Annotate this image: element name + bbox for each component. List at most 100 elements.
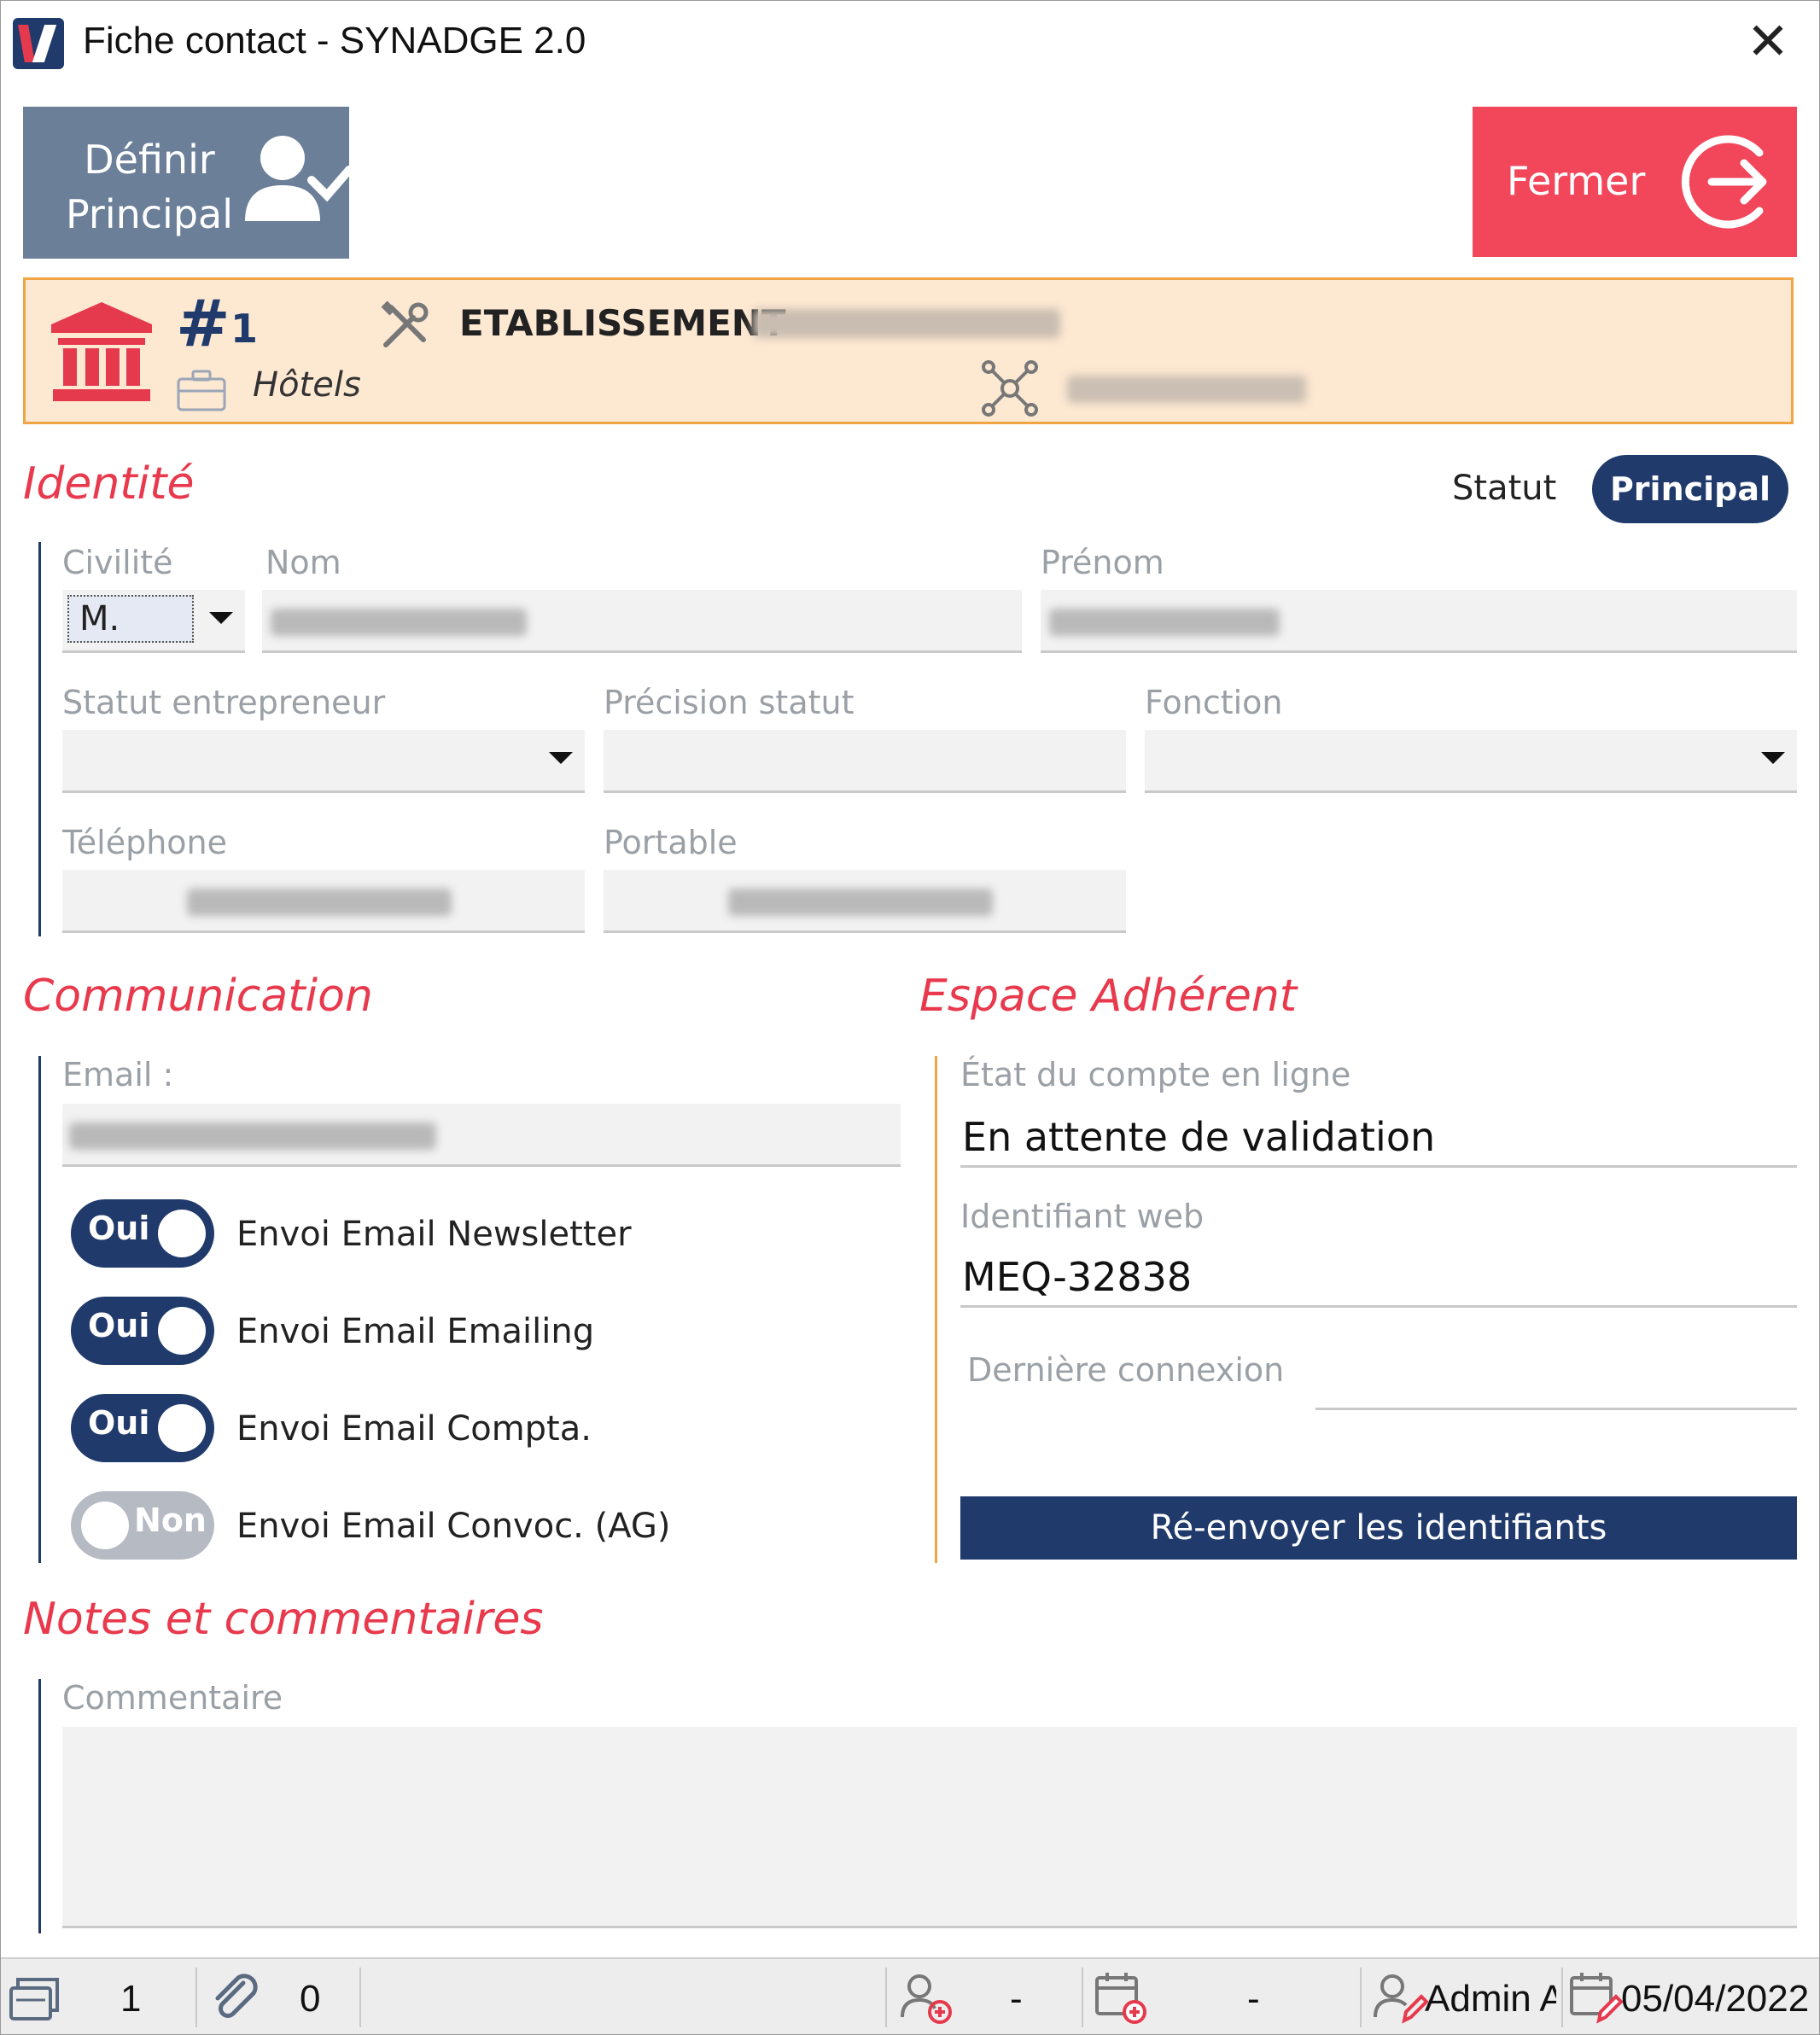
accounting-toggle-label: Envoi Email Compta. bbox=[236, 1409, 592, 1449]
communication-section-title: Communication bbox=[23, 971, 373, 1022]
tools-icon bbox=[381, 300, 429, 347]
communication-section-line bbox=[38, 1056, 41, 1563]
email-redacted bbox=[69, 1122, 436, 1150]
paperclip-icon[interactable] bbox=[209, 1971, 264, 2024]
web-id-label: Identifiant web bbox=[960, 1198, 1205, 1235]
name-label: Nom bbox=[265, 544, 341, 581]
emailing-toggle[interactable]: Oui bbox=[71, 1297, 214, 1365]
chevron-down-icon bbox=[549, 752, 573, 764]
comment-label: Commentaire bbox=[62, 1679, 283, 1717]
created-by: - bbox=[1010, 1978, 1023, 2020]
member-space-section-title: Espace Adhérent bbox=[919, 971, 1298, 1022]
function-label: Fonction bbox=[1145, 684, 1283, 721]
notes-section-title: Notes et commentaires bbox=[23, 1594, 544, 1645]
account-state-label: État du compte en ligne bbox=[960, 1056, 1351, 1093]
name-redacted bbox=[271, 609, 527, 636]
phone-redacted bbox=[187, 889, 452, 916]
documents-icon[interactable] bbox=[8, 1971, 62, 2024]
email-label: Email : bbox=[62, 1056, 174, 1093]
window-title: Fiche contact - SYNADGE 2.0 bbox=[83, 20, 586, 61]
last-login-label: Dernière connexion bbox=[967, 1351, 1285, 1389]
member-space-section-line bbox=[935, 1056, 937, 1563]
identity-section-line bbox=[38, 542, 41, 936]
emailing-toggle-label: Envoi Email Emailing bbox=[236, 1312, 595, 1351]
contact-window: Fiche contact - SYNADGE 2.0 ✕ Définir Pr… bbox=[0, 0, 1820, 2035]
set-principal-label-line1: Définir bbox=[84, 137, 215, 183]
status-separator bbox=[359, 1968, 361, 2027]
user-check-icon bbox=[245, 136, 353, 221]
status-separator bbox=[1360, 1968, 1362, 2027]
first-name-redacted bbox=[1049, 609, 1280, 636]
toggle-knob bbox=[158, 1404, 206, 1452]
accounting-toggle[interactable]: Oui bbox=[71, 1394, 214, 1462]
notes-section-line bbox=[38, 1679, 41, 1933]
last-login-underline bbox=[1315, 1408, 1797, 1410]
attachments-count: 0 bbox=[300, 1978, 321, 2020]
convocation-toggle-label: Envoi Email Convoc. (AG) bbox=[236, 1507, 671, 1546]
bank-icon bbox=[51, 302, 152, 401]
newsletter-toggle[interactable]: Oui bbox=[71, 1199, 214, 1268]
modified-by: Admin A bbox=[1425, 1978, 1556, 2020]
toggle-knob bbox=[158, 1210, 206, 1257]
modified-date: 05/04/2022 bbox=[1621, 1978, 1810, 2020]
function-select[interactable] bbox=[1145, 730, 1797, 793]
calendar-add-icon bbox=[1095, 1973, 1146, 2024]
chevron-down-icon bbox=[1761, 752, 1785, 764]
status-precision-input[interactable] bbox=[604, 730, 1126, 793]
establishment-label: ETABLISSEMENT bbox=[459, 302, 786, 344]
establishment-code-redacted bbox=[1067, 376, 1306, 403]
account-state-underline bbox=[960, 1165, 1797, 1168]
title-bar: Fiche contact - SYNADGE 2.0 ✕ bbox=[1, 1, 1819, 86]
status-badge[interactable]: Principal bbox=[1592, 455, 1788, 523]
set-principal-button[interactable]: Définir Principal bbox=[23, 107, 353, 259]
name-input[interactable] bbox=[262, 590, 1022, 653]
comment-textarea[interactable] bbox=[62, 1727, 1797, 1928]
chevron-down-icon bbox=[209, 612, 233, 624]
first-name-label: Prénom bbox=[1041, 544, 1164, 581]
entrepreneur-status-label: Statut entrepreneur bbox=[62, 684, 386, 721]
establishment-banner[interactable]: # 1 Hôtels ETABLISSEMENT bbox=[23, 277, 1794, 424]
newsletter-toggle-label: Envoi Email Newsletter bbox=[236, 1215, 632, 1254]
mobile-redacted bbox=[728, 889, 993, 916]
status-separator bbox=[885, 1968, 887, 2027]
entrepreneur-status-select[interactable] bbox=[62, 730, 585, 793]
toggle-state: Oui bbox=[88, 1210, 150, 1247]
first-name-input[interactable] bbox=[1041, 590, 1797, 653]
resend-credentials-button[interactable]: Ré-envoyer les identifiants bbox=[960, 1496, 1797, 1560]
toggle-knob bbox=[81, 1501, 129, 1549]
civility-label: Civilité bbox=[62, 544, 173, 581]
status-bar: 1 0 - - Admin A 05/04/2022 bbox=[1, 1957, 1819, 2034]
establishment-name-redacted bbox=[753, 309, 1060, 338]
status-separator bbox=[1561, 1968, 1563, 2027]
account-state-value: En attente de validation bbox=[962, 1114, 1436, 1160]
email-input[interactable] bbox=[62, 1104, 901, 1167]
status-label: Statut bbox=[1452, 469, 1557, 508]
created-date: - bbox=[1247, 1978, 1260, 2020]
phone-label: Téléphone bbox=[62, 824, 227, 861]
toggle-state: Oui bbox=[88, 1404, 150, 1442]
establishment-number: 1 bbox=[230, 306, 259, 352]
web-id-value: MEQ-32838 bbox=[962, 1254, 1193, 1300]
arrow-right-circle-icon bbox=[1681, 135, 1767, 229]
briefcase-icon bbox=[177, 370, 226, 411]
user-add-icon bbox=[901, 1974, 952, 2024]
civility-value: M. bbox=[67, 595, 194, 643]
phone-input[interactable] bbox=[62, 870, 585, 933]
toggle-state: Oui bbox=[88, 1307, 150, 1344]
mobile-input[interactable] bbox=[604, 870, 1126, 933]
user-edit-icon bbox=[1374, 1974, 1428, 2024]
close-icon[interactable]: ✕ bbox=[1742, 16, 1794, 69]
convocation-toggle[interactable]: Non bbox=[71, 1491, 214, 1560]
civility-select[interactable]: M. bbox=[62, 590, 245, 653]
network-icon bbox=[982, 360, 1038, 417]
status-separator bbox=[195, 1968, 197, 2027]
set-principal-label-line2: Principal bbox=[65, 191, 234, 237]
close-button-label: Fermer bbox=[1507, 158, 1646, 204]
establishment-hash: # bbox=[176, 285, 230, 361]
identity-section-title: Identité bbox=[23, 458, 195, 510]
calendar-edit-icon bbox=[1570, 1973, 1624, 2024]
close-button[interactable]: Fermer bbox=[1473, 107, 1797, 257]
mobile-label: Portable bbox=[604, 824, 738, 861]
status-separator bbox=[1082, 1968, 1083, 2027]
toggle-knob bbox=[158, 1307, 206, 1355]
